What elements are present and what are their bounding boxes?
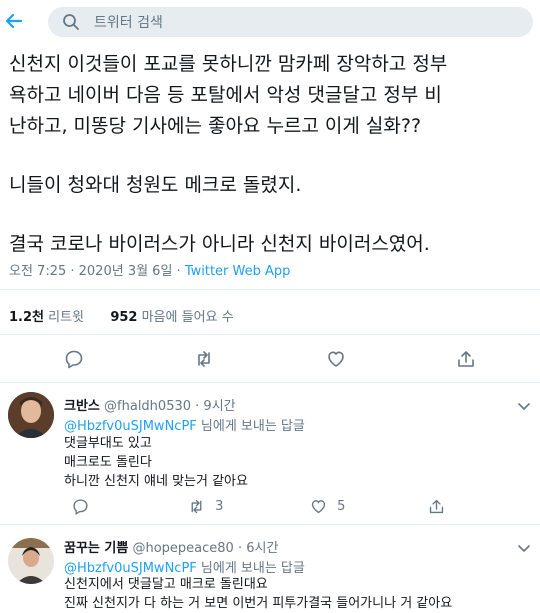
reply-time[interactable]: · 9시간: [195, 399, 235, 414]
tweet-actions: [0, 349, 540, 373]
reply-text: 댓글부대도 있고 매크로도 돌린다 하니깐 신천지 얘네 맞는거 같아요: [64, 436, 248, 489]
search-icon: [62, 13, 80, 31]
reply-header: 크반스 @fhaldh0530 · 9시간: [64, 395, 236, 414]
reply-to: @Hbzfv0uSJMwNcPF 님에게 보내는 답글: [64, 561, 305, 576]
reply-reply-button[interactable]: [72, 498, 89, 515]
tweet-line: 욕하고 네이버 다음 등 포탈에서 악성 댓글달고 정부 비: [9, 84, 442, 106]
tweet-text: 신천지 이것들이 포교를 못하니깐 맘카페 장악하고 정부 욕하고 네이버 다음…: [9, 49, 533, 260]
top-bar: [0, 0, 540, 44]
avatar[interactable]: [8, 538, 54, 584]
back-arrow-icon[interactable]: [4, 10, 24, 32]
reply-tweet[interactable]: 크반스 @fhaldh0530 · 9시간 @Hbzfv0uSJMwNcPF 님…: [0, 382, 540, 522]
reply-author-name[interactable]: 크반스: [64, 399, 100, 414]
reply-author-handle[interactable]: @hopepeace80: [132, 541, 233, 556]
reply-to-handle[interactable]: @Hbzfv0uSJMwNcPF: [64, 419, 197, 434]
reply-text: 신천지에서 댓글달고 매크로 돌린대요 진짜 신천지가 다 하는 거 보면 이번…: [64, 577, 453, 611]
divider: [0, 289, 540, 290]
reply-to: @Hbzfv0uSJMwNcPF 님에게 보내는 답글: [64, 419, 305, 434]
tweet-source-link[interactable]: Twitter Web App: [185, 264, 291, 279]
reply-author-name[interactable]: 꿈꾸는 기쁨: [64, 541, 128, 556]
tweet-line: 신천지 이것들이 포교를 못하니깐 맘카페 장악하고 정부: [9, 53, 448, 75]
reply-share-button[interactable]: [428, 498, 445, 515]
search-bar[interactable]: [48, 7, 533, 37]
reply-like-button[interactable]: 5: [310, 498, 345, 515]
reply-like-count: 5: [337, 499, 346, 514]
tweet-line: 결국 코로나 바이러스가 아니라 신천지 바이러스였어.: [9, 233, 430, 255]
search-input[interactable]: [92, 11, 516, 35]
reply-icon[interactable]: [64, 349, 84, 369]
tweet-line: 니들이 청와대 청원도 메크로 돌렸지.: [9, 174, 302, 196]
retweets-stat[interactable]: 1.2천 리트윗: [9, 310, 84, 325]
reply-tweet[interactable]: 꿈꾸는 기쁨 @hopepeace80 · 6시간 @Hbzfv0uSJMwNc…: [0, 524, 540, 611]
avatar[interactable]: [8, 392, 54, 438]
chevron-down-icon[interactable]: [517, 539, 531, 553]
tweet-stats: 1.2천 리트윗 952 마음에 들어요 수: [9, 306, 234, 325]
chevron-down-icon[interactable]: [517, 397, 531, 411]
share-icon[interactable]: [456, 349, 476, 369]
retweet-icon[interactable]: [194, 349, 214, 369]
reply-author-handle[interactable]: @fhaldh0530: [104, 399, 191, 414]
reply-header: 꿈꾸는 기쁨 @hopepeace80 · 6시간: [64, 537, 278, 556]
reply-to-handle[interactable]: @Hbzfv0uSJMwNcPF: [64, 561, 197, 576]
like-icon[interactable]: [326, 349, 346, 369]
reply-time[interactable]: · 6시간: [238, 541, 278, 556]
reply-retweet-button[interactable]: 3: [188, 498, 223, 515]
tweet-meta: 오전 7:25 · 2020년 3월 6일 · Twitter Web App: [9, 260, 290, 279]
reply-retweet-count: 3: [215, 499, 224, 514]
tweet-timestamp[interactable]: 오전 7:25 · 2020년 3월 6일 ·: [9, 264, 185, 279]
tweet-line: 난하고, 미똥당 기사에는 좋아요 누르고 이게 실화??: [9, 115, 422, 137]
likes-stat[interactable]: 952 마음에 들어요 수: [110, 310, 233, 325]
divider: [0, 334, 540, 335]
